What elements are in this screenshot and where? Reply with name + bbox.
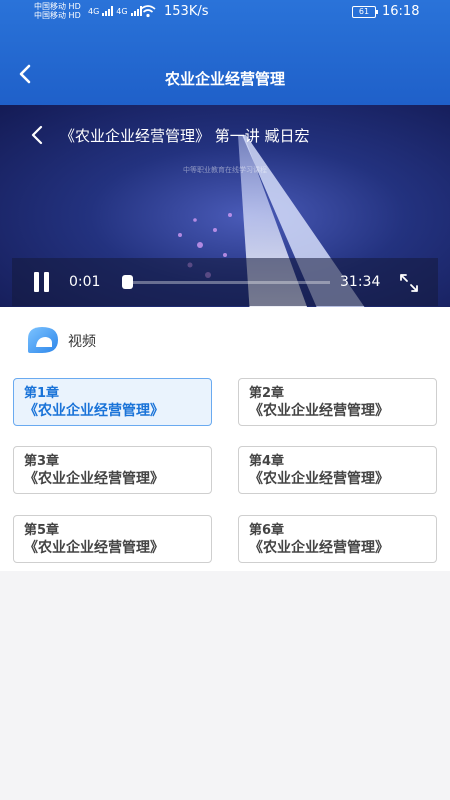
network-1: 4G xyxy=(88,7,100,16)
video-title: 《农业企业经营管理》 第一讲 臧日宏 xyxy=(60,127,310,145)
duration: 31:34 xyxy=(340,274,381,290)
carrier-1: 中国移动 xyxy=(34,2,66,11)
current-time: 0:01 xyxy=(69,274,101,290)
video-category-icon xyxy=(28,327,58,353)
chapter-number: 第3章 xyxy=(24,454,60,469)
chapter-number: 第1章 xyxy=(24,386,60,401)
player-back-icon[interactable] xyxy=(28,124,48,146)
progress-thumb[interactable] xyxy=(122,275,133,289)
chapter-number: 第4章 xyxy=(249,454,285,469)
chapter-number: 第2章 xyxy=(249,386,285,401)
fullscreen-icon[interactable] xyxy=(398,272,420,294)
chapter-title: 《农业企业经营管理》 xyxy=(249,471,389,487)
section-header: 视频 xyxy=(0,307,450,369)
chapter-grid: 第1章 《农业企业经营管理》 第2章 《农业企业经营管理》 第3章 《农业企业经… xyxy=(0,369,450,571)
pause-icon[interactable] xyxy=(32,272,52,294)
progress-track[interactable] xyxy=(125,281,330,284)
chapter-title: 《农业企业经营管理》 xyxy=(24,403,164,419)
battery-icon: 61 xyxy=(352,6,378,18)
network-2: 4G xyxy=(116,7,128,16)
chapter-number: 第5章 xyxy=(24,523,60,538)
network-speed: 153K/s xyxy=(164,4,209,19)
signal-1-icon xyxy=(102,6,114,16)
player-controls: 0:01 31:34 xyxy=(12,258,438,306)
battery-level: 61 xyxy=(358,7,370,16)
chapter-title: 《农业企业经营管理》 xyxy=(249,403,389,419)
header: 中国移动 HD 中国移动 HD 4G 4G 153K/s 61 16:18 农业… xyxy=(0,0,450,105)
section-title: 视频 xyxy=(68,334,96,350)
signal-icons: 4G 4G xyxy=(88,6,142,16)
chapter-item-3[interactable]: 第3章 《农业企业经营管理》 xyxy=(13,446,212,494)
chapter-item-5[interactable]: 第5章 《农业企业经营管理》 xyxy=(13,515,212,563)
wifi-icon xyxy=(140,5,156,18)
status-bar: 中国移动 HD 中国移动 HD 4G 4G 153K/s 61 16:18 xyxy=(0,0,450,26)
chapter-item-2[interactable]: 第2章 《农业企业经营管理》 xyxy=(238,378,437,426)
video-player[interactable]: 《农业企业经营管理》 第一讲 臧日宏 中等职业教育在线学习课程 0:01 31:… xyxy=(0,105,450,307)
chapter-title: 《农业企业经营管理》 xyxy=(24,471,164,487)
chapter-number: 第6章 xyxy=(249,523,285,538)
clock: 16:18 xyxy=(382,4,420,19)
chapter-item-4[interactable]: 第4章 《农业企业经营管理》 xyxy=(238,446,437,494)
navbar: 农业企业经营管理 xyxy=(0,56,450,96)
chapter-title: 《农业企业经营管理》 xyxy=(24,540,164,556)
carrier-2: 中国移动 xyxy=(34,11,66,20)
carrier-1-badge: HD xyxy=(68,2,81,11)
video-watermark: 中等职业教育在线学习课程 xyxy=(183,166,267,174)
chapter-item-6[interactable]: 第6章 《农业企业经营管理》 xyxy=(238,515,437,563)
carrier-2-badge: HD xyxy=(68,11,81,20)
chapter-title: 《农业企业经营管理》 xyxy=(249,540,389,556)
chapter-item-1[interactable]: 第1章 《农业企业经营管理》 xyxy=(13,378,212,426)
carrier-info: 中国移动 HD 中国移动 HD xyxy=(34,2,81,20)
page-title: 农业企业经营管理 xyxy=(164,70,285,88)
